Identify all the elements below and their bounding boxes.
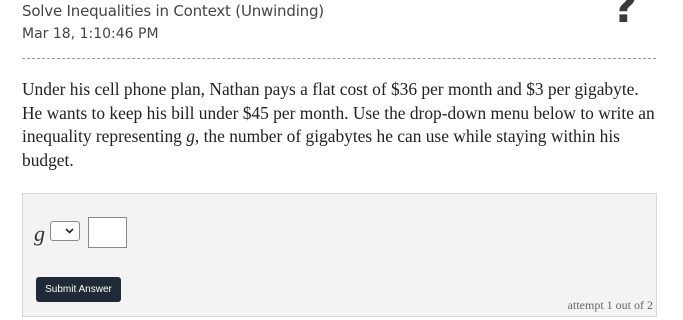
- submit-button[interactable]: Submit Answer: [36, 277, 121, 302]
- question-text: Under his cell phone plan, Nathan pays a…: [22, 78, 662, 172]
- timestamp: Mar 18, 1:10:46 PM: [22, 26, 159, 42]
- inequality-dropdown[interactable]: [50, 221, 80, 241]
- answer-input[interactable]: [88, 217, 127, 248]
- answer-panel: g Submit Answer attempt 1 out of 2: [22, 193, 657, 317]
- question-variable: g: [186, 126, 195, 146]
- question-mark-icon[interactable]: ?: [612, 0, 638, 30]
- divider: [22, 58, 656, 59]
- variable-label: g: [34, 221, 45, 246]
- attempt-counter: attempt 1 out of 2: [567, 298, 653, 312]
- chevron-down-icon: [65, 223, 74, 242]
- page-title: Solve Inequalities in Context (Unwinding…: [22, 2, 324, 20]
